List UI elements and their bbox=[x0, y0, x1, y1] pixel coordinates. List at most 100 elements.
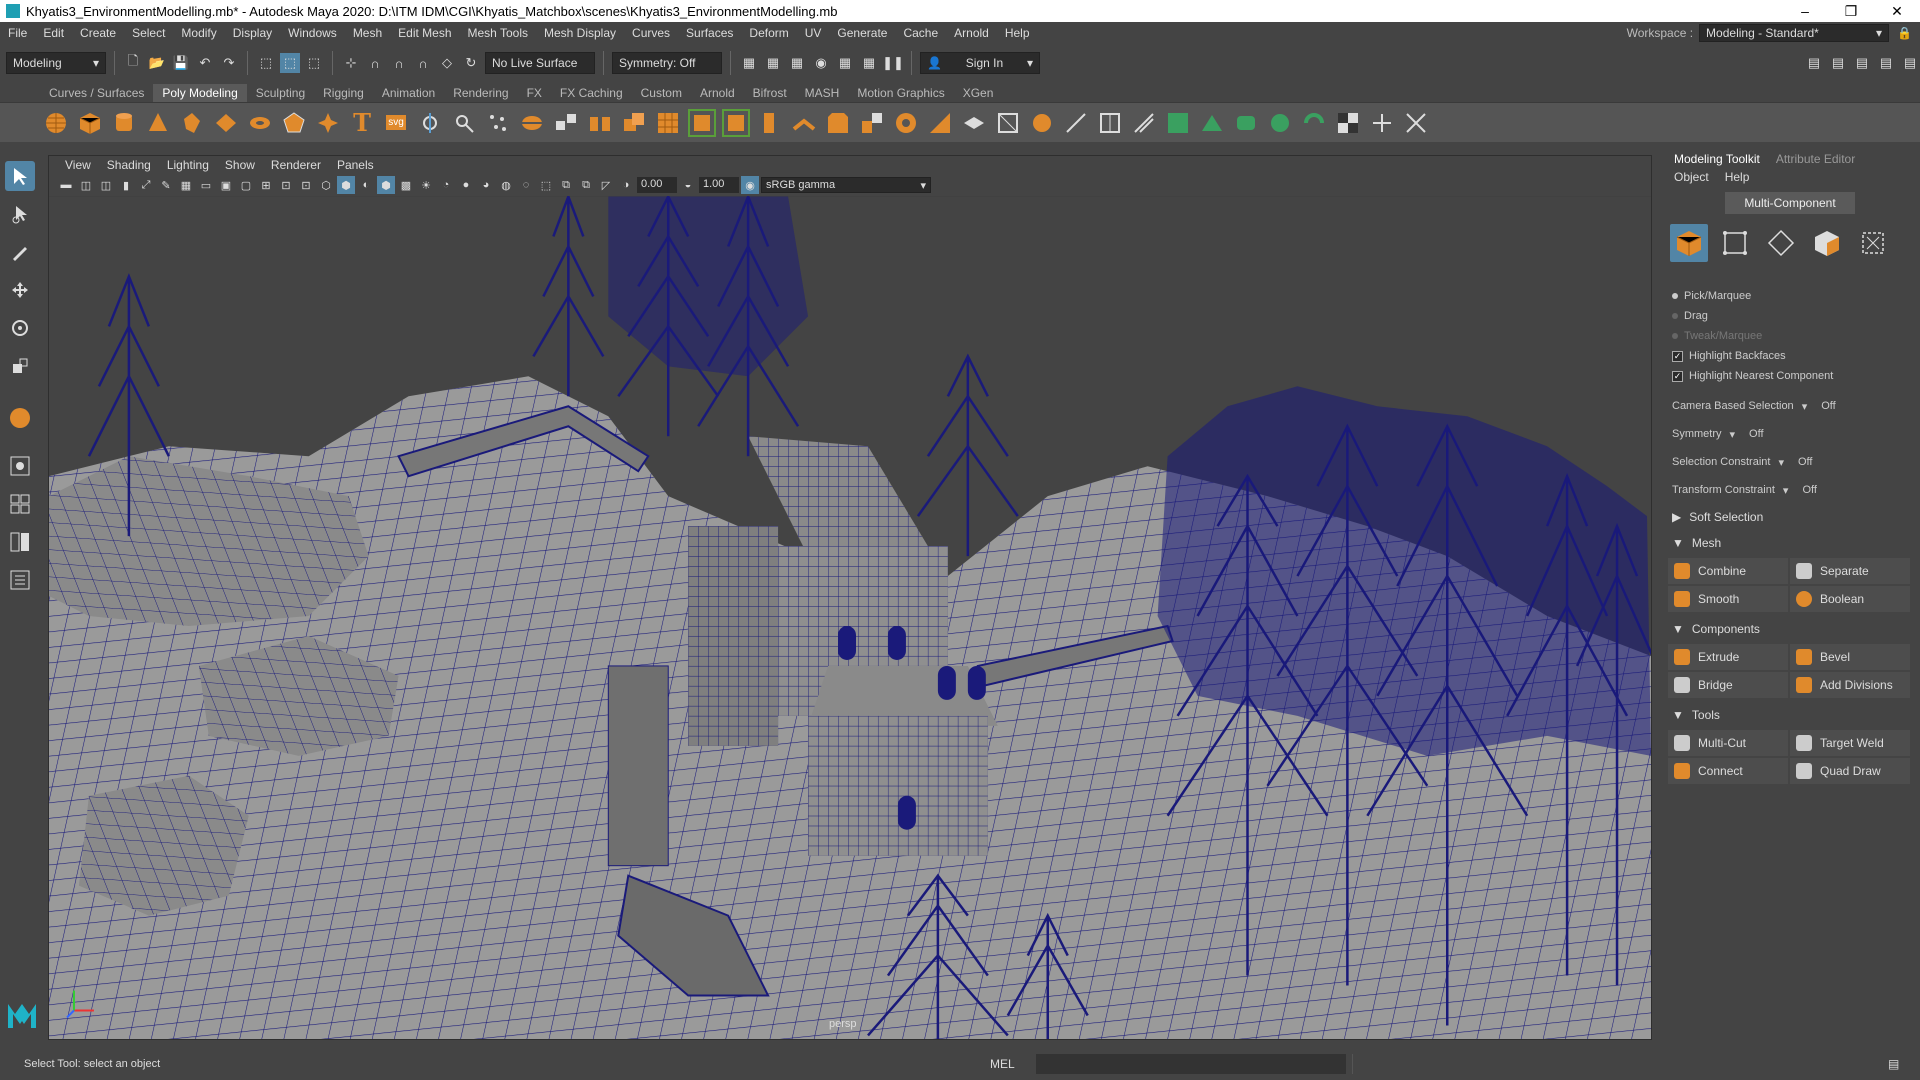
highlight-nearest-option[interactable]: ✓ Highlight Nearest Component bbox=[1672, 366, 1920, 386]
uv-editor-icon[interactable] bbox=[1164, 109, 1192, 137]
circularize-icon[interactable] bbox=[1028, 109, 1056, 137]
gamma-icon[interactable]: ◒ bbox=[679, 176, 697, 194]
tab-animation[interactable]: Animation bbox=[373, 84, 444, 102]
wedge-icon[interactable] bbox=[994, 109, 1022, 137]
tab-poly-modeling[interactable]: Poly Modeling bbox=[153, 84, 247, 102]
append-icon[interactable] bbox=[858, 109, 886, 137]
menu-mesh-display[interactable]: Mesh Display bbox=[536, 26, 624, 40]
menu-edit-mesh[interactable]: Edit Mesh bbox=[390, 26, 459, 40]
snap-view-icon[interactable]: ∩ bbox=[413, 53, 433, 73]
tab-rigging[interactable]: Rigging bbox=[314, 84, 373, 102]
panel-menu-object[interactable]: Object bbox=[1666, 170, 1717, 184]
quad-draw-button[interactable]: Quad Draw bbox=[1790, 758, 1910, 784]
attribute-editor-toggle-icon[interactable]: ▤ bbox=[1828, 53, 1848, 73]
minimize-button[interactable]: – bbox=[1782, 0, 1828, 22]
spherical-map-icon[interactable] bbox=[1266, 109, 1294, 137]
checker-icon[interactable] bbox=[1334, 109, 1362, 137]
selection-constraint-setting[interactable]: Selection Constraint ▾ Off bbox=[1672, 448, 1920, 476]
bridge-button[interactable]: Bridge bbox=[1668, 672, 1788, 698]
anti-aliasing-icon[interactable]: ◍ bbox=[497, 176, 515, 194]
svg-tool-icon[interactable]: svg bbox=[382, 109, 410, 137]
radio-selected[interactable] bbox=[1672, 293, 1678, 299]
separate-icon[interactable] bbox=[552, 109, 580, 137]
checkbox-checked[interactable]: ✓ bbox=[1672, 350, 1683, 362]
connect-button[interactable]: Connect bbox=[1668, 758, 1788, 784]
tab-motion-graphics[interactable]: Motion Graphics bbox=[848, 84, 953, 102]
tab-modeling-toolkit[interactable]: Modeling Toolkit bbox=[1666, 152, 1768, 166]
bevel-button[interactable]: Bevel bbox=[1790, 644, 1910, 670]
tab-rendering[interactable]: Rendering bbox=[444, 84, 517, 102]
rotate-tool-icon[interactable] bbox=[5, 313, 35, 343]
super-shape-icon[interactable] bbox=[314, 109, 342, 137]
viewport-panel[interactable]: View Shading Lighting Show Renderer Pane… bbox=[48, 155, 1652, 1040]
menu-curves[interactable]: Curves bbox=[624, 26, 678, 40]
poly-sphere-icon[interactable] bbox=[42, 109, 70, 137]
menu-generate[interactable]: Generate bbox=[829, 26, 895, 40]
menu-display[interactable]: Display bbox=[225, 26, 280, 40]
field-chart-icon[interactable]: ⊞ bbox=[257, 176, 275, 194]
fill-hole-icon[interactable] bbox=[892, 109, 920, 137]
safe-title-icon[interactable]: ⊡ bbox=[297, 176, 315, 194]
menu-create[interactable]: Create bbox=[72, 26, 124, 40]
wireframe-on-shaded-icon[interactable]: ⬢ bbox=[377, 176, 395, 194]
script-language-button[interactable]: MEL bbox=[990, 1057, 1036, 1071]
depth-of-field-icon[interactable]: ◌ bbox=[517, 176, 535, 194]
scale-tool-icon[interactable] bbox=[5, 351, 35, 381]
screen-space-ao-icon[interactable]: ● bbox=[457, 176, 475, 194]
multi-cut-button[interactable]: Multi-Cut bbox=[1668, 730, 1788, 756]
snap-point-icon[interactable]: ∩ bbox=[389, 53, 409, 73]
open-scene-icon[interactable]: 📂 bbox=[147, 53, 167, 73]
viewport-menu-renderer[interactable]: Renderer bbox=[263, 158, 329, 172]
menu-file[interactable]: File bbox=[0, 26, 35, 40]
platonic-solid-icon[interactable] bbox=[280, 109, 308, 137]
poly-cube-icon[interactable] bbox=[76, 109, 104, 137]
tools-section-header[interactable]: ▼ Tools bbox=[1672, 702, 1920, 728]
menu-mesh-tools[interactable]: Mesh Tools bbox=[460, 26, 536, 40]
snap-surface-icon[interactable]: ◇ bbox=[437, 53, 457, 73]
smooth-button[interactable]: Smooth bbox=[1668, 586, 1788, 612]
combine-button[interactable]: Combine bbox=[1668, 558, 1788, 584]
render-frame-icon[interactable]: ▦ bbox=[739, 53, 759, 73]
color-management-icon[interactable]: ◉ bbox=[741, 176, 759, 194]
target-weld-button[interactable]: Target Weld bbox=[1790, 730, 1910, 756]
menu-select[interactable]: Select bbox=[124, 26, 173, 40]
mesh-section-header[interactable]: ▼ Mesh bbox=[1672, 530, 1920, 556]
menu-modify[interactable]: Modify bbox=[173, 26, 224, 40]
poly-cylinder-icon[interactable] bbox=[110, 109, 138, 137]
use-all-lights-icon[interactable]: ☀ bbox=[417, 176, 435, 194]
menu-edit[interactable]: Edit bbox=[35, 26, 72, 40]
cut-uv-icon[interactable] bbox=[1402, 109, 1430, 137]
tab-mash[interactable]: MASH bbox=[796, 84, 849, 102]
highlight-backfaces-option[interactable]: ✓ Highlight Backfaces bbox=[1672, 346, 1920, 366]
grease-pencil-icon[interactable]: ✎ bbox=[157, 176, 175, 194]
bridge-icon[interactable] bbox=[790, 109, 818, 137]
mirror-icon[interactable] bbox=[416, 109, 444, 137]
menu-uv[interactable]: UV bbox=[797, 26, 830, 40]
layout-four-icon[interactable] bbox=[5, 489, 35, 519]
view-transform-dropdown[interactable]: sRGB gamma ▾ bbox=[761, 177, 931, 193]
gamma-field[interactable]: 1.00 bbox=[699, 177, 739, 193]
bookmarks-icon[interactable]: ◫ bbox=[97, 176, 115, 194]
2d-pan-zoom-icon[interactable]: ⤢ bbox=[137, 176, 155, 194]
ipr-render-icon[interactable]: ▦ bbox=[787, 53, 807, 73]
sew-uv-icon[interactable] bbox=[1368, 109, 1396, 137]
last-tool-icon[interactable] bbox=[5, 403, 35, 433]
xray-icon[interactable]: ⧉ bbox=[557, 176, 575, 194]
tab-curves-surfaces[interactable]: Curves / Surfaces bbox=[40, 84, 153, 102]
shadows-icon[interactable]: ◔ bbox=[437, 176, 455, 194]
tab-custom[interactable]: Custom bbox=[632, 84, 691, 102]
viewport-menu-panels[interactable]: Panels bbox=[329, 158, 382, 172]
poly-disc-icon[interactable] bbox=[246, 109, 274, 137]
maximize-button[interactable]: ❐ bbox=[1828, 0, 1874, 22]
wireframe-icon[interactable]: ⬡ bbox=[317, 176, 335, 194]
script-editor-icon[interactable]: ▤ bbox=[1888, 1057, 1899, 1071]
symmetry-setting[interactable]: Symmetry ▾ Off bbox=[1672, 420, 1920, 448]
multi-cut-icon[interactable] bbox=[1062, 109, 1090, 137]
move-tool-icon[interactable] bbox=[5, 275, 35, 305]
motion-blur-icon[interactable]: ◕ bbox=[477, 176, 495, 194]
menu-deform[interactable]: Deform bbox=[741, 26, 796, 40]
smooth-proxy-icon[interactable] bbox=[450, 109, 478, 137]
viewport-menu-lighting[interactable]: Lighting bbox=[159, 158, 217, 172]
film-gate-icon[interactable]: ▭ bbox=[197, 176, 215, 194]
poly-torus-icon[interactable] bbox=[178, 109, 206, 137]
